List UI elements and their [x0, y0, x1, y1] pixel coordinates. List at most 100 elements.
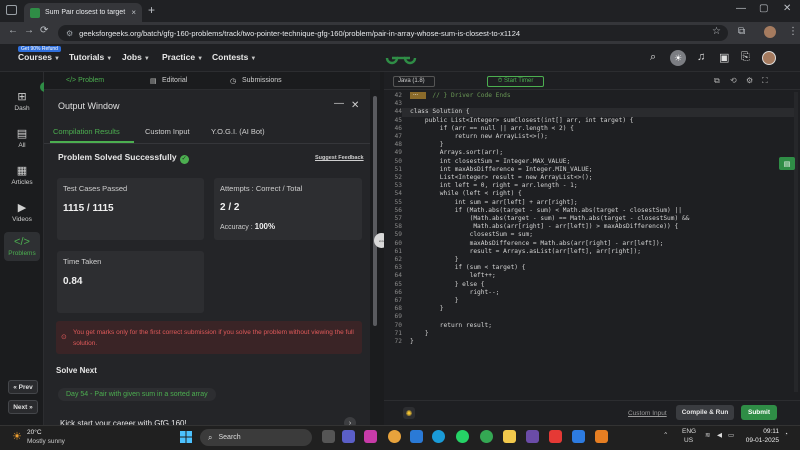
window-maximize-button[interactable]: ▢	[759, 3, 768, 14]
code-line[interactable]: int sum = arr[left] + arr[right];	[410, 199, 578, 206]
tab-problem[interactable]: </> Problem	[66, 77, 104, 84]
editor-scrollbar[interactable]	[794, 92, 798, 392]
output-scrollbar[interactable]	[370, 90, 380, 425]
code-line[interactable]: if (arr == null || arr.length < 2) {	[410, 125, 574, 132]
fullscreen-icon[interactable]: ⛶	[762, 76, 768, 86]
start-timer-button[interactable]: ⏱ Start Timer	[487, 76, 544, 87]
code-line[interactable]: }	[410, 297, 459, 304]
code-line[interactable]: while (left < right) {	[410, 190, 522, 197]
tab-actions-icon[interactable]	[6, 5, 17, 15]
task-view-icon[interactable]	[322, 430, 335, 443]
menu-contests[interactable]: Contests ▼	[212, 52, 256, 62]
battery-icon[interactable]: ▭	[728, 431, 734, 439]
bookmark-star-icon[interactable]: ☆	[712, 26, 721, 37]
tab-compilation-results[interactable]: Compilation Results	[53, 127, 120, 136]
app-icon[interactable]	[526, 430, 539, 443]
reset-icon[interactable]: ⟲	[730, 76, 737, 85]
sidebar-item-videos[interactable]: ▶ Videos	[4, 201, 40, 223]
site-info-icon[interactable]: ⚙	[66, 29, 73, 38]
search-icon[interactable]: ⌕	[650, 51, 656, 64]
gfg-logo[interactable]	[384, 50, 418, 66]
store-icon[interactable]	[572, 430, 585, 443]
whatsapp-icon[interactable]	[456, 430, 469, 443]
browser-tab-active[interactable]: Sum Pair closest to target | Prac ×	[24, 3, 142, 22]
tab-submissions[interactable]: Submissions	[242, 77, 282, 84]
code-line[interactable]: int closestSum = Integer.MAX_VALUE;	[410, 158, 570, 165]
code-line[interactable]: }	[410, 305, 444, 312]
sidebar-item-all[interactable]: ▤ All	[4, 127, 40, 149]
close-output-button[interactable]: ✕	[351, 100, 359, 111]
menu-tutorials[interactable]: Tutorials ▼	[69, 52, 112, 62]
wifi-icon[interactable]: ≋	[705, 431, 710, 439]
minimize-output-button[interactable]: —	[334, 98, 344, 109]
teams-icon[interactable]	[342, 430, 355, 443]
code-line[interactable]: closestSum = sum;	[410, 231, 533, 238]
code-line[interactable]: List<Integer> result = new ArrayList<>()…	[410, 174, 593, 181]
code-line[interactable]: right--;	[410, 289, 500, 296]
notification-bell-icon[interactable]: ♫	[697, 51, 705, 63]
suggest-feedback-link[interactable]: Suggest Feedback	[315, 155, 364, 161]
vscode-icon[interactable]	[410, 430, 423, 443]
taskbar-time[interactable]: 09:11	[735, 428, 779, 435]
theme-toggle-icon[interactable]: ☀	[670, 50, 686, 66]
sidebar-item-articles[interactable]: ▦ Articles	[4, 164, 40, 186]
code-line[interactable]: if (sum < target) {	[410, 264, 526, 271]
new-tab-button[interactable]: +	[148, 3, 155, 17]
language-select[interactable]: Java (1.8)	[393, 76, 435, 87]
youtube-icon[interactable]	[549, 430, 562, 443]
profile-avatar[interactable]	[764, 26, 776, 38]
browser-menu-icon[interactable]: ⋮	[788, 26, 798, 37]
chat-icon[interactable]: ▤	[779, 157, 795, 170]
menu-jobs[interactable]: Jobs ▼	[122, 52, 150, 62]
code-line[interactable]: (Math.abs(target - sum) == Math.abs(targ…	[410, 215, 690, 222]
code-line[interactable]: }	[410, 338, 414, 345]
extensions-icon[interactable]: ⧉	[738, 26, 745, 37]
weather-condition[interactable]: Mostly sunny	[27, 438, 65, 445]
compile-run-button[interactable]: Compile & Run	[676, 405, 734, 420]
chrome-profile-icon[interactable]	[480, 430, 493, 443]
code-line[interactable]: maxAbsDifference = Math.abs(arr[right] -…	[410, 240, 664, 247]
tray-chevron-icon[interactable]: ⌃	[663, 431, 668, 439]
scrollbar-thumb[interactable]	[373, 96, 377, 326]
code-line[interactable]: }	[410, 330, 429, 337]
taskbar-search[interactable]: ⌕ Search	[200, 429, 312, 446]
window-minimize-button[interactable]: —	[736, 3, 746, 14]
code-line[interactable]: Arrays.sort(arr);	[410, 149, 503, 156]
submit-button[interactable]: Submit	[741, 405, 777, 420]
code-line[interactable]: Math.abs(arr[right] - arr[left]) > maxAb…	[410, 223, 678, 230]
edge-icon[interactable]	[432, 430, 445, 443]
notifications-icon[interactable]: ◔	[784, 431, 788, 438]
input-language-top[interactable]: ENG	[682, 428, 696, 435]
menu-practice[interactable]: Practice ▼	[162, 52, 203, 62]
chrome-icon[interactable]	[388, 430, 401, 443]
sidebar-item-problems[interactable]: </> Problems	[4, 232, 40, 261]
copilot-icon[interactable]	[364, 430, 377, 443]
bookmark-icon[interactable]: ⎘	[741, 51, 750, 64]
code-line[interactable]: } else {	[410, 281, 485, 288]
taskbar-date[interactable]: 09-01-2025	[735, 437, 779, 444]
tab-close-icon[interactable]: ×	[131, 8, 136, 17]
tab-yogi-ai-bot[interactable]: Y.O.G.I. (AI Bot)	[211, 127, 265, 136]
user-avatar[interactable]	[762, 51, 776, 65]
code-line[interactable]: left++;	[410, 272, 496, 279]
sidebar-item-dash[interactable]: ⊞ Dash	[4, 90, 40, 112]
code-line[interactable]: class Solution {	[410, 108, 470, 115]
app-tile-icon[interactable]	[595, 430, 608, 443]
code-line[interactable]: return result;	[410, 322, 492, 329]
weather-temperature[interactable]: 20°C	[27, 429, 42, 436]
code-line[interactable]: // } Driver Code Ends	[410, 92, 510, 99]
volume-icon[interactable]: ◀	[717, 431, 722, 439]
forward-button[interactable]: →	[24, 25, 34, 36]
code-line[interactable]: result = Arrays.asList(arr[left], arr[ri…	[410, 248, 641, 255]
file-explorer-icon[interactable]	[503, 430, 516, 443]
back-button[interactable]: ←	[8, 25, 18, 36]
weather-sun-icon[interactable]: ☀	[12, 430, 22, 443]
tab-editorial[interactable]: Editorial	[162, 77, 187, 84]
code-line[interactable]: if (Math.abs(target - sum) < Math.abs(ta…	[410, 207, 682, 214]
prev-button[interactable]: « Prev	[8, 380, 38, 394]
next-problem-chip[interactable]: Day 54 - Pair with given sum in a sorted…	[58, 388, 216, 401]
code-line[interactable]: public List<Integer> sumClosest(int[] ar…	[410, 117, 634, 124]
window-close-button[interactable]: ✕	[783, 3, 791, 14]
menu-courses[interactable]: Courses ▼	[18, 52, 60, 62]
address-bar[interactable]: ⚙ geeksforgeeks.org/batch/gfg-160-proble…	[58, 25, 728, 41]
